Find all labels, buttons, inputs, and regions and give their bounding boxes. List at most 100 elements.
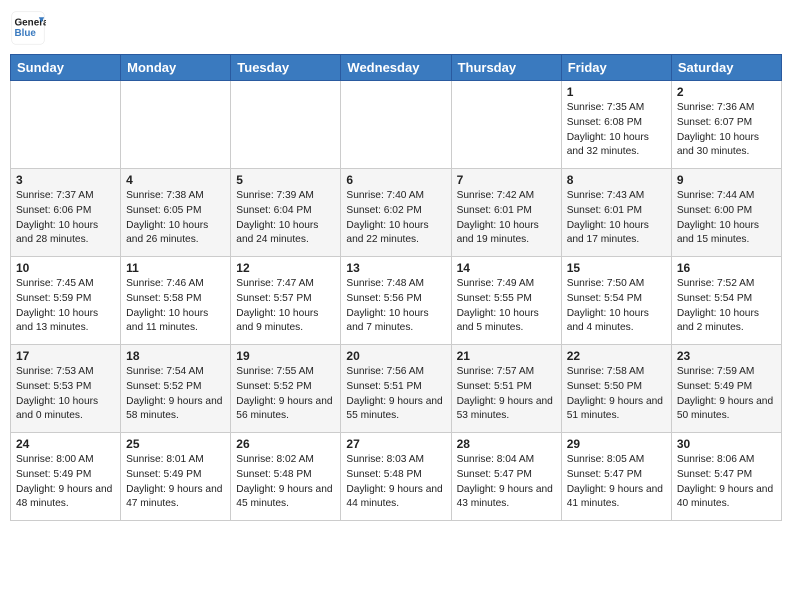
calendar-day-cell: 15 Sunrise: 7:50 AM Sunset: 5:54 PM Dayli… <box>561 257 671 345</box>
day-info: Sunrise: 8:00 AM Sunset: 5:49 PM Dayligh… <box>16 453 115 512</box>
day-info: Sunrise: 7:49 AM Sunset: 5:55 PM Dayligh… <box>457 277 556 336</box>
day-number: 9 <box>677 173 776 187</box>
day-info: Sunrise: 7:50 AM Sunset: 5:54 PM Dayligh… <box>567 277 666 336</box>
day-info: Sunrise: 7:57 AM Sunset: 5:51 PM Dayligh… <box>457 365 556 424</box>
day-number: 21 <box>457 349 556 363</box>
calendar-day-cell: 21 Sunrise: 7:57 AM Sunset: 5:51 PM Dayli… <box>451 345 561 433</box>
day-info: Sunrise: 8:01 AM Sunset: 5:49 PM Dayligh… <box>126 453 225 512</box>
calendar-day-cell <box>341 81 451 169</box>
calendar-day-header: Thursday <box>451 55 561 81</box>
calendar-day-cell: 12 Sunrise: 7:47 AM Sunset: 5:57 PM Dayli… <box>231 257 341 345</box>
day-info: Sunrise: 7:54 AM Sunset: 5:52 PM Dayligh… <box>126 365 225 424</box>
calendar-day-cell: 24 Sunrise: 8:00 AM Sunset: 5:49 PM Dayli… <box>11 433 121 521</box>
day-info: Sunrise: 8:03 AM Sunset: 5:48 PM Dayligh… <box>346 453 445 512</box>
calendar-day-cell: 27 Sunrise: 8:03 AM Sunset: 5:48 PM Dayli… <box>341 433 451 521</box>
day-info: Sunrise: 7:46 AM Sunset: 5:58 PM Dayligh… <box>126 277 225 336</box>
calendar-day-cell <box>231 81 341 169</box>
calendar-day-cell: 3 Sunrise: 7:37 AM Sunset: 6:06 PM Daylig… <box>11 169 121 257</box>
day-number: 4 <box>126 173 225 187</box>
calendar-day-header: Saturday <box>671 55 781 81</box>
day-info: Sunrise: 8:02 AM Sunset: 5:48 PM Dayligh… <box>236 453 335 512</box>
calendar-day-cell: 26 Sunrise: 8:02 AM Sunset: 5:48 PM Dayli… <box>231 433 341 521</box>
day-number: 25 <box>126 437 225 451</box>
calendar-day-cell: 20 Sunrise: 7:56 AM Sunset: 5:51 PM Dayli… <box>341 345 451 433</box>
calendar-week-row: 3 Sunrise: 7:37 AM Sunset: 6:06 PM Daylig… <box>11 169 782 257</box>
day-number: 20 <box>346 349 445 363</box>
day-number: 14 <box>457 261 556 275</box>
calendar-day-header: Friday <box>561 55 671 81</box>
calendar-day-cell: 25 Sunrise: 8:01 AM Sunset: 5:49 PM Dayli… <box>121 433 231 521</box>
day-number: 27 <box>346 437 445 451</box>
day-number: 1 <box>567 85 666 99</box>
day-number: 12 <box>236 261 335 275</box>
day-info: Sunrise: 7:43 AM Sunset: 6:01 PM Dayligh… <box>567 189 666 248</box>
calendar-header-row: SundayMondayTuesdayWednesdayThursdayFrid… <box>11 55 782 81</box>
calendar-day-cell <box>451 81 561 169</box>
day-number: 16 <box>677 261 776 275</box>
calendar-day-cell: 9 Sunrise: 7:44 AM Sunset: 6:00 PM Daylig… <box>671 169 781 257</box>
page-header: General Blue <box>10 10 782 46</box>
day-number: 8 <box>567 173 666 187</box>
day-number: 19 <box>236 349 335 363</box>
day-info: Sunrise: 7:53 AM Sunset: 5:53 PM Dayligh… <box>16 365 115 424</box>
day-number: 26 <box>236 437 335 451</box>
day-number: 23 <box>677 349 776 363</box>
day-info: Sunrise: 7:52 AM Sunset: 5:54 PM Dayligh… <box>677 277 776 336</box>
calendar-day-header: Monday <box>121 55 231 81</box>
day-info: Sunrise: 8:04 AM Sunset: 5:47 PM Dayligh… <box>457 453 556 512</box>
calendar-day-cell: 29 Sunrise: 8:05 AM Sunset: 5:47 PM Dayli… <box>561 433 671 521</box>
calendar-week-row: 1 Sunrise: 7:35 AM Sunset: 6:08 PM Daylig… <box>11 81 782 169</box>
day-number: 30 <box>677 437 776 451</box>
day-number: 7 <box>457 173 556 187</box>
calendar-day-cell: 22Sunrise: 7:58 AM Sunset: 5:50 PM Dayli… <box>561 345 671 433</box>
day-info: Sunrise: 7:56 AM Sunset: 5:51 PM Dayligh… <box>346 365 445 424</box>
day-number: 3 <box>16 173 115 187</box>
day-info: Sunrise: 7:58 AM Sunset: 5:50 PM Dayligh… <box>567 365 666 424</box>
calendar-day-header: Sunday <box>11 55 121 81</box>
day-number: 10 <box>16 261 115 275</box>
calendar-day-cell: 23 Sunrise: 7:59 AM Sunset: 5:49 PM Dayli… <box>671 345 781 433</box>
day-info: Sunrise: 7:48 AM Sunset: 5:56 PM Dayligh… <box>346 277 445 336</box>
day-info: Sunrise: 8:06 AM Sunset: 5:47 PM Dayligh… <box>677 453 776 512</box>
calendar-week-row: 24 Sunrise: 8:00 AM Sunset: 5:49 PM Dayli… <box>11 433 782 521</box>
calendar-day-cell: 2 Sunrise: 7:36 AM Sunset: 6:07 PM Daylig… <box>671 81 781 169</box>
day-info: Sunrise: 7:36 AM Sunset: 6:07 PM Dayligh… <box>677 101 776 160</box>
day-info: Sunrise: 7:45 AM Sunset: 5:59 PM Dayligh… <box>16 277 115 336</box>
calendar-day-cell: 30 Sunrise: 8:06 AM Sunset: 5:47 PM Dayli… <box>671 433 781 521</box>
day-info: Sunrise: 7:40 AM Sunset: 6:02 PM Dayligh… <box>346 189 445 248</box>
day-info: Sunrise: 7:59 AM Sunset: 5:49 PM Dayligh… <box>677 365 776 424</box>
calendar-table: SundayMondayTuesdayWednesdayThursdayFrid… <box>10 54 782 521</box>
day-info: Sunrise: 7:37 AM Sunset: 6:06 PM Dayligh… <box>16 189 115 248</box>
day-number: 29 <box>567 437 666 451</box>
day-info: Sunrise: 7:39 AM Sunset: 6:04 PM Dayligh… <box>236 189 335 248</box>
calendar-day-cell: 17Sunrise: 7:53 AM Sunset: 5:53 PM Dayli… <box>11 345 121 433</box>
day-info: Sunrise: 7:47 AM Sunset: 5:57 PM Dayligh… <box>236 277 335 336</box>
day-number: 6 <box>346 173 445 187</box>
day-number: 15 <box>567 261 666 275</box>
calendar-day-cell: 11Sunrise: 7:46 AM Sunset: 5:58 PM Dayli… <box>121 257 231 345</box>
day-number: 5 <box>236 173 335 187</box>
calendar-day-cell: 13Sunrise: 7:48 AM Sunset: 5:56 PM Dayli… <box>341 257 451 345</box>
calendar-day-cell: 28 Sunrise: 8:04 AM Sunset: 5:47 PM Dayli… <box>451 433 561 521</box>
calendar-day-cell: 16 Sunrise: 7:52 AM Sunset: 5:54 PM Dayli… <box>671 257 781 345</box>
day-info: Sunrise: 7:42 AM Sunset: 6:01 PM Dayligh… <box>457 189 556 248</box>
calendar-day-cell: 1 Sunrise: 7:35 AM Sunset: 6:08 PM Daylig… <box>561 81 671 169</box>
day-info: Sunrise: 7:44 AM Sunset: 6:00 PM Dayligh… <box>677 189 776 248</box>
calendar-day-cell: 4Sunrise: 7:38 AM Sunset: 6:05 PM Daylig… <box>121 169 231 257</box>
day-number: 24 <box>16 437 115 451</box>
calendar-day-cell: 5 Sunrise: 7:39 AM Sunset: 6:04 PM Daylig… <box>231 169 341 257</box>
day-number: 2 <box>677 85 776 99</box>
calendar-day-cell <box>11 81 121 169</box>
day-info: Sunrise: 7:35 AM Sunset: 6:08 PM Dayligh… <box>567 101 666 160</box>
calendar-week-row: 10 Sunrise: 7:45 AM Sunset: 5:59 PM Dayli… <box>11 257 782 345</box>
calendar-day-cell: 14 Sunrise: 7:49 AM Sunset: 5:55 PM Dayli… <box>451 257 561 345</box>
day-info: Sunrise: 7:55 AM Sunset: 5:52 PM Dayligh… <box>236 365 335 424</box>
calendar-day-cell: 18 Sunrise: 7:54 AM Sunset: 5:52 PM Dayli… <box>121 345 231 433</box>
calendar-week-row: 17Sunrise: 7:53 AM Sunset: 5:53 PM Dayli… <box>11 345 782 433</box>
logo: General Blue <box>10 10 46 46</box>
day-info: Sunrise: 8:05 AM Sunset: 5:47 PM Dayligh… <box>567 453 666 512</box>
calendar-day-cell: 10 Sunrise: 7:45 AM Sunset: 5:59 PM Dayli… <box>11 257 121 345</box>
calendar-day-header: Wednesday <box>341 55 451 81</box>
day-number: 28 <box>457 437 556 451</box>
day-number: 18 <box>126 349 225 363</box>
